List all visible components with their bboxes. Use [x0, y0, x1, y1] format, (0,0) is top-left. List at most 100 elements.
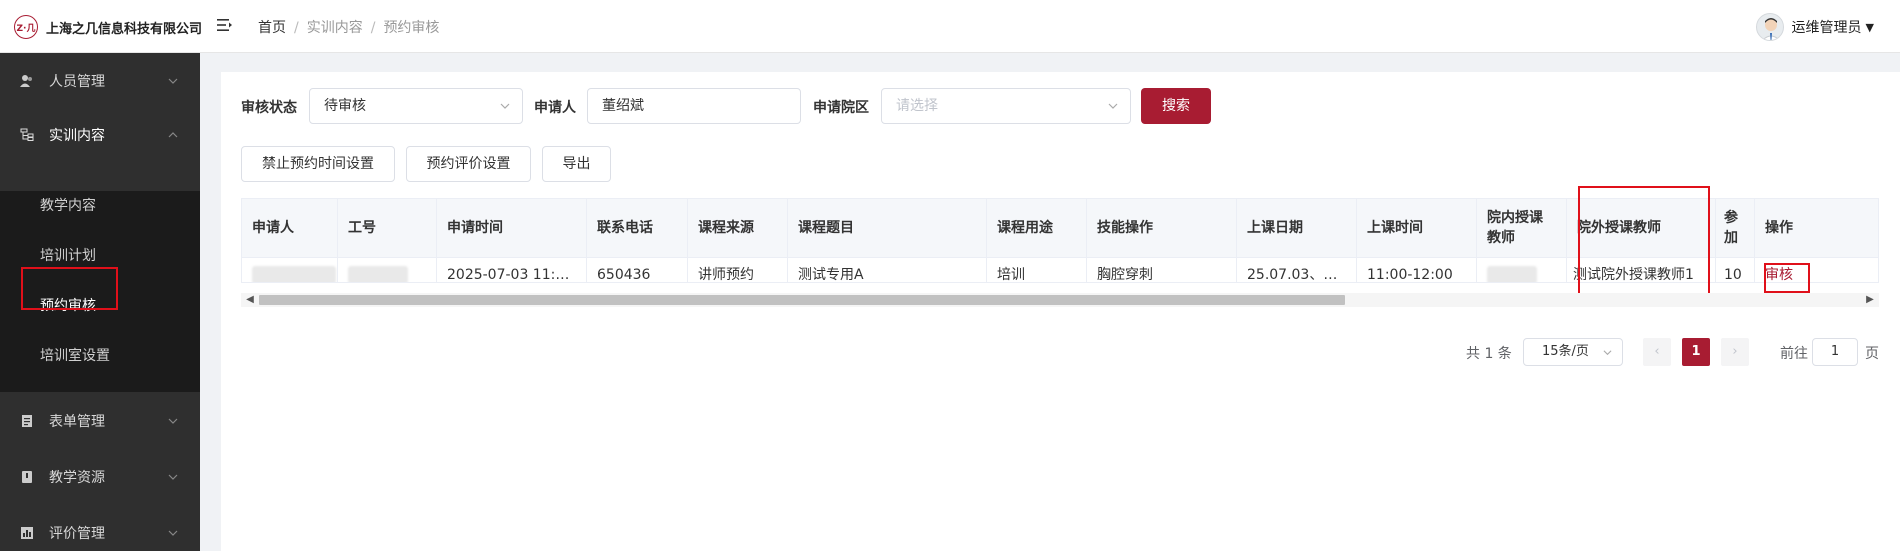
col-header-applicant: 申请人 [242, 199, 338, 258]
chevron-down-icon [168, 474, 178, 480]
status-label: 审核状态 [241, 100, 297, 116]
col-header-apply-time: 申请时间 [437, 199, 587, 258]
main-content: 审核状态 待审核 申请人 董绍斌 申请院区 请选择 搜索 禁止预约时间设置 预约… [221, 72, 1900, 551]
campus-label: 申请院区 [813, 100, 869, 116]
user-avatar-icon [1761, 18, 1780, 40]
blurred-inside-teacher [1487, 266, 1537, 282]
cell-topic: 测试专用A [788, 258, 987, 282]
form-icon [22, 415, 32, 427]
chevron-down-icon [168, 78, 178, 84]
highlight-box-outside-teacher [1578, 186, 1710, 298]
status-select-value: 待审核 [324, 98, 366, 114]
cell-attend: 10 [1716, 258, 1755, 282]
user-menu[interactable]: 运维管理员 ▼ [1755, 13, 1874, 41]
status-select[interactable]: 待审核 [309, 88, 523, 124]
col-header-action: 操作 [1755, 199, 1878, 258]
book-icon [22, 471, 32, 483]
avatar [1755, 13, 1784, 41]
breadcrumb-training[interactable]: 实训内容 [307, 20, 363, 36]
col-header-attend: 参加 [1716, 199, 1755, 258]
cell-inside-teacher [1477, 258, 1567, 282]
chevron-down-icon [1603, 350, 1612, 356]
col-header-purpose: 课程用途 [987, 199, 1087, 258]
sidebar: 人员管理 实训内容 教学内容 培训计划 预约审核 培训室设置 表单管理 教学资源… [0, 53, 200, 551]
col-header-skill: 技能操作 [1087, 199, 1237, 258]
sidebar-subitem-teaching[interactable]: 教学内容 [40, 195, 96, 215]
next-page-button[interactable]: › [1721, 338, 1749, 366]
sidebar-item-label: 表单管理 [49, 414, 105, 430]
col-header-inside-teacher: 院内授课教师 [1477, 199, 1567, 258]
col-header-date: 上课日期 [1237, 199, 1357, 258]
eval-setting-button[interactable]: 预约评价设置 [406, 146, 531, 182]
company-name: 上海之几信息科技有限公司 [46, 21, 203, 37]
sidebar-item-label: 人员管理 [49, 74, 105, 90]
page-size-value: 15条/页 [1542, 344, 1589, 359]
scroll-thumb[interactable] [259, 295, 1345, 305]
highlight-box-review-action [1764, 263, 1810, 293]
sidebar-item-label: 评价管理 [49, 526, 105, 542]
applicant-input[interactable]: 董绍斌 [587, 88, 801, 124]
users-icon [20, 75, 32, 87]
goto-suffix: 页 [1865, 346, 1879, 362]
campus-select-placeholder: 请选择 [896, 98, 938, 114]
sidebar-item-label: 实训内容 [49, 128, 105, 144]
page-number-button[interactable]: 1 [1682, 338, 1710, 366]
ban-time-setting-button[interactable]: 禁止预约时间设置 [241, 146, 395, 182]
cell-applicant [242, 258, 338, 282]
user-name: 运维管理员 [1791, 20, 1862, 36]
cell-apply-time: 2025-07-03 11:18:57 [437, 258, 587, 282]
sidebar-item-training-content[interactable]: 实训内容 [0, 107, 200, 163]
sidebar-item-personnel[interactable]: 人员管理 [0, 53, 200, 109]
chevron-right-icon: › [1732, 344, 1738, 359]
chevron-up-icon [168, 132, 178, 138]
cell-staff-id [338, 258, 437, 282]
caret-down-icon: ▼ [1865, 20, 1874, 34]
sidebar-item-evaluation[interactable]: 评价管理 [0, 505, 200, 551]
col-header-time: 上课时间 [1357, 199, 1477, 258]
breadcrumb-current: 预约审核 [383, 20, 440, 36]
applicant-label: 申请人 [534, 100, 576, 116]
cell-source: 讲师预约 [688, 258, 788, 282]
prev-page-button[interactable]: ‹ [1643, 338, 1671, 366]
cell-purpose: 培训 [987, 258, 1087, 282]
applicant-input-value: 董绍斌 [602, 98, 644, 114]
chevron-down-icon [1108, 103, 1118, 109]
goto-prefix: 前往 [1780, 346, 1808, 362]
sidebar-subitem-plan[interactable]: 培训计划 [40, 245, 96, 265]
export-button[interactable]: 导出 [542, 146, 611, 182]
goto-page-input[interactable]: 1 [1812, 338, 1858, 366]
chevron-left-icon: ‹ [1654, 344, 1660, 359]
breadcrumb: 首页 / 实训内容 / 预约审核 [258, 20, 440, 36]
chevron-down-icon [168, 418, 178, 424]
pagination-total: 共 1 条 [1466, 346, 1512, 362]
col-header-topic: 课程题目 [788, 199, 987, 258]
tree-icon [20, 128, 34, 141]
top-header: Z·几 上海之几信息科技有限公司 首页 / 实训内容 / 预约审核 运维管理员 ▼ [0, 0, 1900, 53]
campus-select[interactable]: 请选择 [881, 88, 1131, 124]
search-button[interactable]: 搜索 [1141, 88, 1211, 124]
sidebar-subitem-room[interactable]: 培训室设置 [40, 345, 110, 365]
scroll-left-icon[interactable]: ◀ [243, 293, 257, 307]
page-size-select[interactable]: 15条/页 [1523, 338, 1623, 366]
scroll-right-icon[interactable]: ▶ [1863, 293, 1877, 307]
chart-icon [21, 527, 33, 539]
col-header-phone: 联系电话 [587, 199, 688, 258]
cell-skill: 胸腔穿刺 [1087, 258, 1237, 282]
cell-phone: 650436 [587, 258, 688, 282]
chevron-down-icon [500, 103, 510, 109]
cell-time: 11:00-12:00 [1357, 258, 1477, 282]
menu-collapse-icon[interactable] [216, 16, 234, 34]
col-header-source: 课程来源 [688, 199, 788, 258]
blurred-staff-id [348, 266, 408, 282]
blurred-applicant [252, 266, 336, 282]
sidebar-item-forms[interactable]: 表单管理 [0, 393, 200, 449]
breadcrumb-home[interactable]: 首页 [258, 20, 286, 36]
cell-date: 25.07.03、25.07.04 [1237, 258, 1357, 282]
highlight-box-review [21, 267, 118, 310]
chevron-down-icon [168, 530, 178, 536]
company-logo[interactable]: Z·几 上海之几信息科技有限公司 [14, 14, 202, 40]
sidebar-item-label: 教学资源 [49, 470, 105, 486]
col-header-staff-id: 工号 [338, 199, 437, 258]
table-scrollbar[interactable]: ◀ ▶ [241, 293, 1879, 307]
sidebar-item-resources[interactable]: 教学资源 [0, 449, 200, 505]
